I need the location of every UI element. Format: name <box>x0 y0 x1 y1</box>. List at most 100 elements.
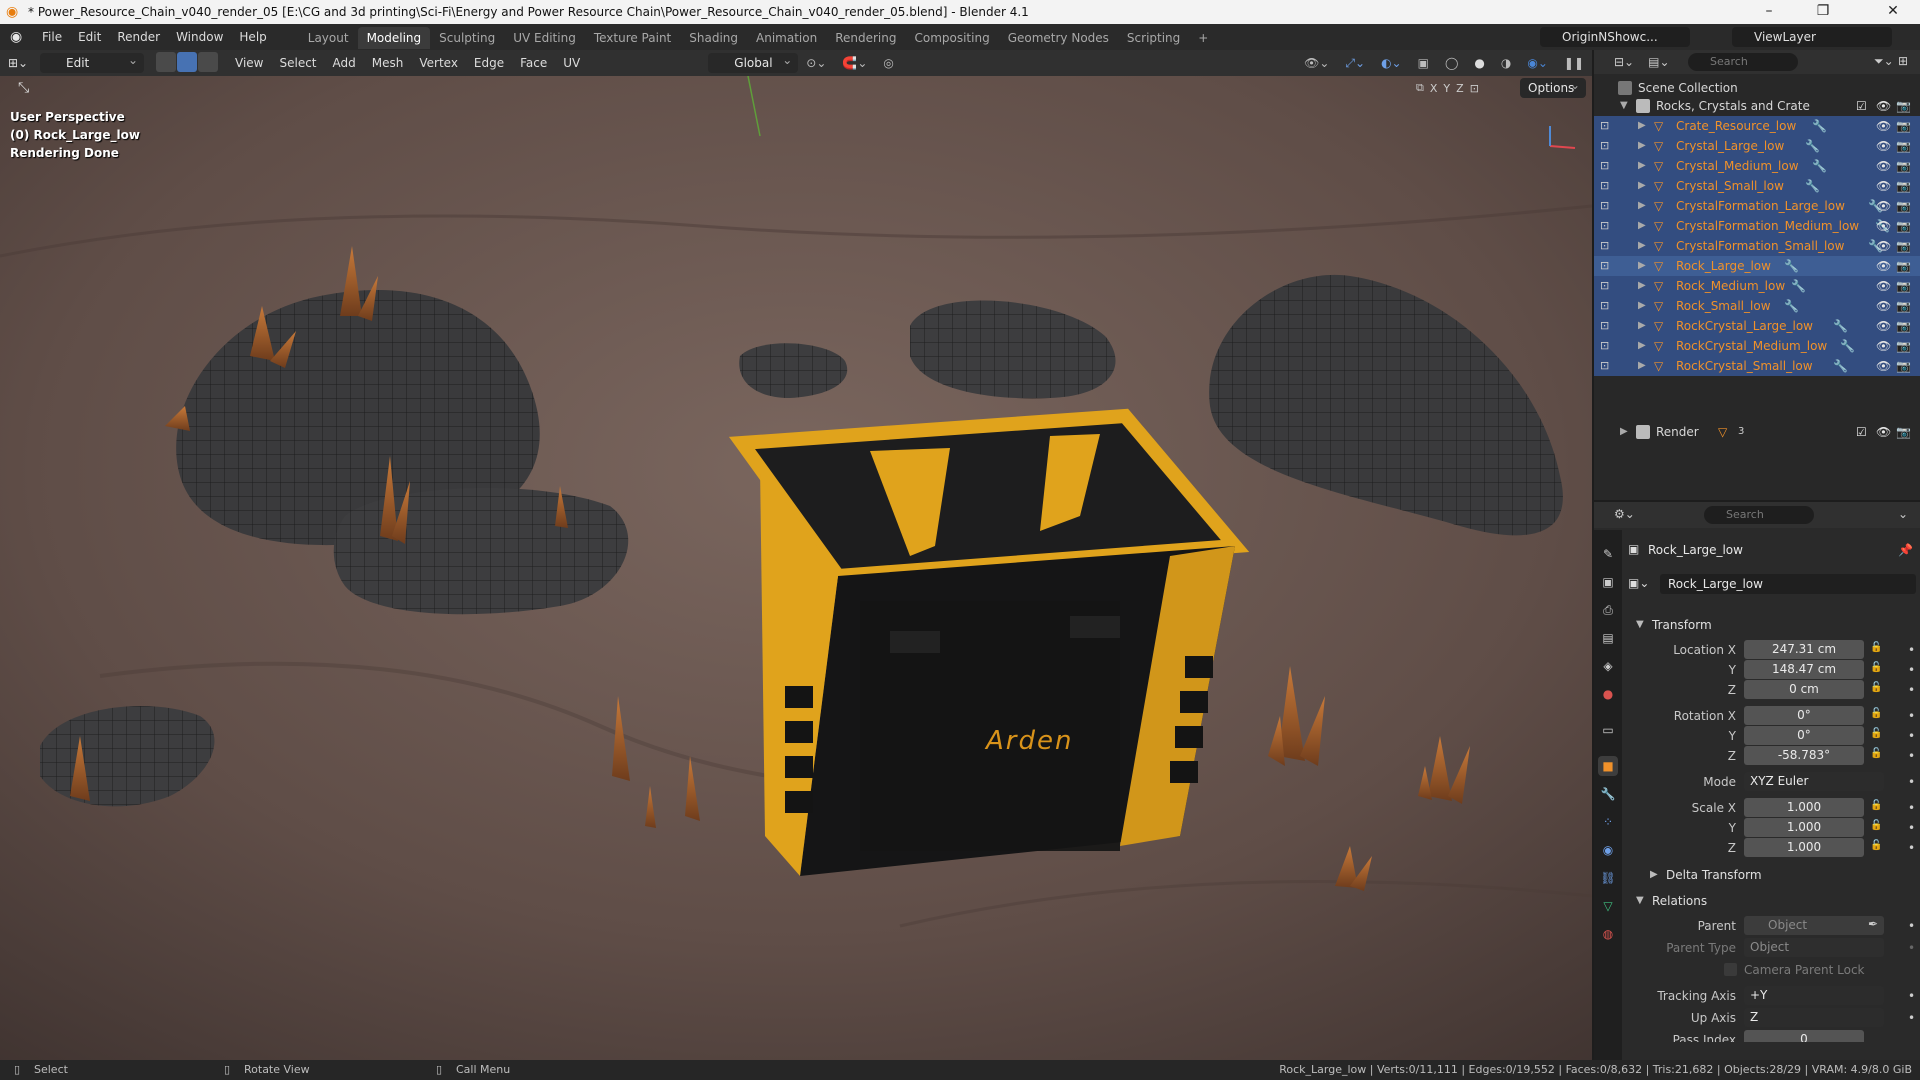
eye-icon[interactable]: 👁 <box>1876 296 1891 316</box>
pin-icon[interactable]: 📌 <box>1898 540 1913 560</box>
keyframe-dot[interactable]: • <box>1908 798 1915 818</box>
camera-icon[interactable]: 📷 <box>1896 336 1911 356</box>
properties-search-input[interactable]: Search <box>1704 506 1814 524</box>
world-tab-icon[interactable]: ● <box>1598 684 1618 704</box>
expand-icon[interactable]: ▶ <box>1638 316 1646 336</box>
camera-icon[interactable]: 📷 <box>1896 96 1911 116</box>
rendered-shading-icon[interactable]: ◉⌄ <box>1519 53 1556 73</box>
outliner-item[interactable]: ⊡ ▶ ▽ RockCrystal_Small_low 🔧 👁 📷 <box>1594 356 1920 376</box>
expand-icon[interactable]: ▶ <box>1638 116 1646 136</box>
eye-icon[interactable]: 👁 <box>1876 256 1891 276</box>
edge-select-icon[interactable] <box>177 51 197 72</box>
expand-icon[interactable]: ▶ <box>1638 136 1646 156</box>
camera-icon[interactable]: 📷 <box>1896 256 1911 276</box>
mirror-icon[interactable]: ⧉ <box>1416 81 1424 95</box>
lock-icon[interactable]: 🔓 <box>1870 642 1882 653</box>
scale-x-field[interactable]: 1.000 <box>1744 798 1864 817</box>
location-y-field[interactable]: 148.47 cm <box>1744 660 1864 679</box>
tab-texture-paint[interactable]: Texture Paint <box>585 27 680 49</box>
menu-view[interactable]: View <box>227 53 271 73</box>
expand-icon[interactable]: ▶ <box>1638 156 1646 176</box>
constraints-tab-icon[interactable]: ⛓ <box>1598 868 1618 888</box>
outliner-item[interactable]: ⊡ ▶ ▽ Rock_Large_low 🔧 👁 📷 <box>1594 256 1920 276</box>
menu-uv[interactable]: UV <box>555 53 588 73</box>
location-z-field[interactable]: 0 cm <box>1744 680 1864 699</box>
camera-icon[interactable]: 📷 <box>1896 422 1911 442</box>
collection-row[interactable]: ▼ Rocks, Crystals and Crate ☑ 👁 📷 <box>1594 96 1920 116</box>
outliner-item[interactable]: ⊡ ▶ ▽ Crystal_Medium_low 🔧 👁 📷 <box>1594 156 1920 176</box>
lock-icon[interactable]: 🔓 <box>1870 840 1882 851</box>
menu-mesh[interactable]: Mesh <box>364 53 412 73</box>
object-type-icon[interactable]: ▣⌄ <box>1628 576 1649 590</box>
vertex-select-icon[interactable] <box>156 51 176 72</box>
menu-file[interactable]: File <box>34 24 70 50</box>
pivot-icon[interactable]: ⊙⌄ <box>798 53 834 73</box>
keyframe-dot[interactable]: • <box>1908 660 1915 680</box>
tab-modeling[interactable]: Modeling <box>357 27 431 49</box>
camera-parent-lock-checkbox[interactable] <box>1724 963 1737 976</box>
outliner-item[interactable]: ⊡ ▶ ▽ CrystalFormation_Large_low 🔧 👁 📷 <box>1594 196 1920 216</box>
rotation-x-field[interactable]: 0° <box>1744 706 1864 725</box>
snap-icon[interactable]: 🧲⌄ <box>834 53 875 73</box>
camera-icon[interactable]: 📷 <box>1896 316 1911 336</box>
maximize-button[interactable]: ❐ <box>1800 0 1846 24</box>
keyframe-dot[interactable]: • <box>1908 986 1915 1006</box>
eye-icon[interactable]: 👁 <box>1876 356 1891 376</box>
camera-icon[interactable]: 📷 <box>1896 136 1911 156</box>
mesh-select-icon[interactable]: ⊡ <box>1600 276 1609 296</box>
overlays-icon[interactable]: ◐⌄ <box>1373 53 1410 73</box>
tab-rendering[interactable]: Rendering <box>826 27 905 49</box>
menu-edge[interactable]: Edge <box>466 53 512 73</box>
lock-icon[interactable]: 🔓 <box>1870 728 1882 739</box>
delta-transform-header[interactable]: ▶ Delta Transform <box>1626 864 1916 886</box>
tab-shading[interactable]: Shading <box>680 27 747 49</box>
outliner-item[interactable]: ⊡ ▶ ▽ RockCrystal_Medium_low 🔧 👁 📷 <box>1594 336 1920 356</box>
scene-collection-row[interactable]: Scene Collection <box>1594 78 1920 98</box>
physics-tab-icon[interactable]: ◉ <box>1598 840 1618 860</box>
up-axis-dropdown[interactable]: Z <box>1744 1008 1884 1027</box>
add-workspace-button[interactable]: + <box>1189 27 1217 49</box>
eye-icon[interactable]: 👁 <box>1876 276 1891 296</box>
tab-compositing[interactable]: Compositing <box>905 27 998 49</box>
properties-editor-icon[interactable]: ⚙⌄ <box>1614 507 1635 521</box>
tab-sculpting[interactable]: Sculpting <box>430 27 504 49</box>
tab-uv-editing[interactable]: UV Editing <box>504 27 585 49</box>
camera-icon[interactable]: 📷 <box>1896 196 1911 216</box>
keyframe-dot[interactable]: • <box>1908 838 1915 858</box>
view-layer-selector[interactable]: ViewLayer <box>1732 27 1892 47</box>
expand-icon[interactable]: ▶ <box>1638 256 1646 276</box>
lock-icon[interactable]: 🔓 <box>1870 748 1882 759</box>
mesh-select-icon[interactable]: ⊡ <box>1600 336 1609 356</box>
mesh-select-icon[interactable]: ⊡ <box>1600 256 1609 276</box>
keyframe-dot[interactable]: • <box>1908 916 1915 936</box>
close-button[interactable]: ✕ <box>1870 0 1916 24</box>
parent-field[interactable]: Object <box>1744 916 1884 935</box>
axis-x-toggle[interactable]: X <box>1430 82 1438 95</box>
camera-icon[interactable]: 📷 <box>1896 216 1911 236</box>
render-tab-icon[interactable]: ▣ <box>1598 572 1618 592</box>
eye-icon[interactable]: 👁 <box>1876 422 1891 442</box>
minimize-button[interactable]: – <box>1746 0 1792 24</box>
mesh-select-icon[interactable]: ⊡ <box>1600 116 1609 136</box>
expand-icon[interactable]: ▶ <box>1638 196 1646 216</box>
proportional-edit-icon[interactable]: ◎ <box>875 53 901 73</box>
modifier-tab-icon[interactable]: 🔧 <box>1598 784 1618 804</box>
blender-menu-icon[interactable]: ◉ <box>10 29 26 45</box>
menu-render[interactable]: Render <box>109 24 168 50</box>
outliner-item[interactable]: ⊡ ▶ ▽ CrystalFormation_Small_low 🔧 👁 📷 <box>1594 236 1920 256</box>
lock-icon[interactable]: 🔓 <box>1870 662 1882 673</box>
eye-icon[interactable]: 👁 <box>1876 116 1891 136</box>
outliner-search-input[interactable]: Search <box>1688 53 1798 71</box>
tracking-axis-dropdown[interactable]: +Y <box>1744 986 1884 1005</box>
mesh-select-icon[interactable]: ⊡ <box>1600 216 1609 236</box>
pause-render-icon[interactable]: ❚❚ <box>1556 53 1592 73</box>
mesh-select-icon[interactable]: ⊡ <box>1600 196 1609 216</box>
keyframe-dot[interactable]: • <box>1908 818 1915 838</box>
eye-icon[interactable]: 👁 <box>1876 136 1891 156</box>
keyframe-dot[interactable]: • <box>1908 772 1915 792</box>
scale-z-field[interactable]: 1.000 <box>1744 838 1864 857</box>
render-collection-row[interactable]: ▶ Render ▽ 3 ☑ 👁 📷 <box>1594 422 1920 442</box>
menu-face[interactable]: Face <box>512 53 555 73</box>
eye-icon[interactable]: 👁 <box>1876 96 1891 116</box>
eye-icon[interactable]: 👁 <box>1876 216 1891 236</box>
